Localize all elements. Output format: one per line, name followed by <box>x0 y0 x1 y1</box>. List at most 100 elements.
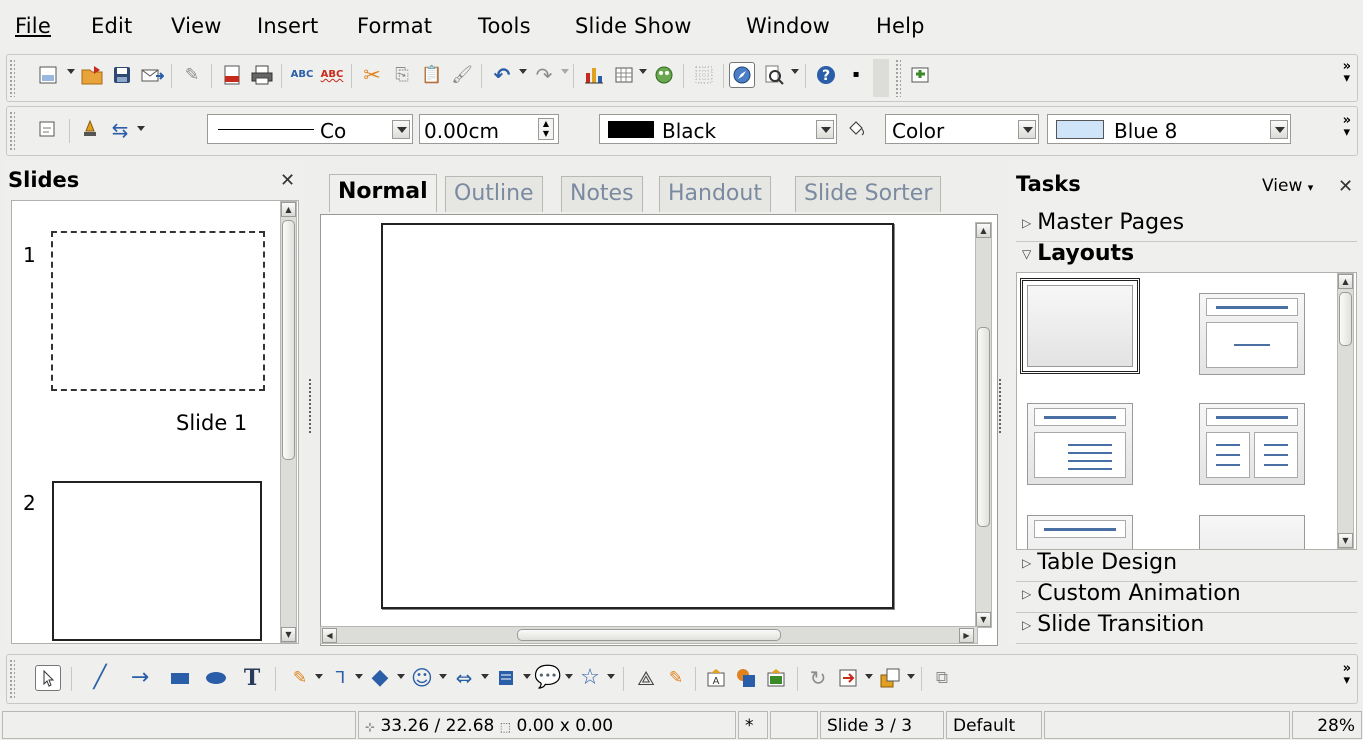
tab-handout[interactable]: Handout <box>659 176 771 212</box>
line-arrow-tool-icon[interactable]: → <box>127 665 153 691</box>
points-icon[interactable]: ⟁ <box>633 665 659 691</box>
layout-centered-text[interactable] <box>1199 515 1305 549</box>
scroll-down-icon[interactable]: ▼ <box>281 627 296 642</box>
stars-icon[interactable]: ☆ <box>577 665 603 691</box>
toolbar-overflow-icon[interactable]: » ▾ <box>1343 114 1351 139</box>
text-tool-icon[interactable]: T <box>239 665 265 691</box>
menu-slide-show[interactable]: Slide Show <box>575 14 692 38</box>
spin-arrows-icon[interactable]: ▲ ▼ <box>538 118 554 140</box>
slide-thumbnail[interactable] <box>51 231 265 391</box>
area-style-select[interactable]: Color <box>885 114 1039 144</box>
menu-window[interactable]: Window <box>746 14 830 38</box>
zoom-dropdown-icon[interactable] <box>791 69 799 74</box>
pane-splitter-left[interactable] <box>308 378 312 434</box>
close-icon[interactable]: ✕ <box>1338 176 1353 197</box>
line-color-select[interactable]: Black <box>599 114 837 144</box>
line-style-select[interactable]: Co <box>207 114 413 144</box>
help-icon[interactable]: ? <box>813 62 839 88</box>
scroll-up-icon[interactable]: ▲ <box>281 202 296 217</box>
line-tool-icon[interactable]: ╱ <box>87 665 113 691</box>
scroll-right-icon[interactable]: ▶ <box>959 628 974 643</box>
status-master[interactable]: Default <box>946 711 1042 739</box>
align-dropdown-icon[interactable] <box>865 674 873 679</box>
task-table-design[interactable]: ▷ Table Design <box>1016 550 1357 582</box>
layout-two-columns[interactable] <box>1199 403 1305 485</box>
status-signature[interactable] <box>770 711 818 739</box>
scroll-up-icon[interactable]: ▲ <box>1338 274 1353 289</box>
undo-icon[interactable]: ↶ <box>489 62 515 88</box>
clone-formatting-icon[interactable]: 🖌 <box>449 62 475 88</box>
scroll-left-icon[interactable]: ◀ <box>322 628 337 643</box>
slide-list[interactable]: 1 Slide 1 2 <box>11 200 299 644</box>
workspace-vscrollbar[interactable]: ▲ ▼ <box>975 222 992 628</box>
tab-normal[interactable]: Normal <box>329 174 437 212</box>
layout-title-only[interactable] <box>1027 515 1133 549</box>
slide-thumbnail[interactable] <box>52 481 262 641</box>
symbol-shapes-dropdown-icon[interactable] <box>439 674 447 679</box>
from-file-icon[interactable] <box>733 665 759 691</box>
flowchart-dropdown-icon[interactable] <box>523 674 531 679</box>
task-custom-animation[interactable]: ▷ Custom Animation <box>1016 581 1357 613</box>
ellipse-tool-icon[interactable] <box>203 665 229 691</box>
scrollbar-thumb[interactable] <box>977 327 990 527</box>
toolbar-grip-4[interactable] <box>9 659 15 699</box>
menu-view[interactable]: View <box>171 14 222 38</box>
save-icon[interactable] <box>109 62 135 88</box>
status-modified[interactable]: * <box>738 711 768 739</box>
table-icon[interactable] <box>611 62 637 88</box>
layout-title-list[interactable] <box>1027 403 1133 485</box>
menu-tools[interactable]: Tools <box>478 14 531 38</box>
menu-edit[interactable]: Edit <box>91 14 132 38</box>
slide-canvas[interactable] <box>381 223 894 609</box>
chevron-down-icon[interactable] <box>1270 120 1288 139</box>
menu-help[interactable]: Help <box>876 14 925 38</box>
toolbar-grip-3[interactable] <box>9 111 15 151</box>
arrow-style-dropdown-icon[interactable] <box>137 126 145 131</box>
flowchart-icon[interactable] <box>493 665 519 691</box>
scroll-up-icon[interactable]: ▲ <box>976 223 991 238</box>
layout-title-content[interactable] <box>1199 293 1305 375</box>
scrollbar-thumb[interactable] <box>1339 292 1352 346</box>
layout-blank[interactable] <box>1020 278 1140 374</box>
undo-dropdown-icon[interactable] <box>519 69 527 74</box>
stars-dropdown-icon[interactable] <box>607 674 615 679</box>
whats-this-icon[interactable]: ▪ <box>843 62 869 88</box>
autospellcheck-icon[interactable]: ABC <box>319 62 345 88</box>
tasks-view-menu[interactable]: View ▾ <box>1262 176 1313 196</box>
table-dropdown-icon[interactable] <box>639 69 647 74</box>
grid-icon[interactable] <box>691 62 717 88</box>
task-master-pages[interactable]: ▷ Master Pages <box>1016 210 1357 242</box>
slides-scrollbar[interactable]: ▲ ▼ <box>280 201 297 643</box>
cut-icon[interactable]: ✂ <box>359 62 385 88</box>
email-icon[interactable] <box>139 62 165 88</box>
layouts-scrollbar[interactable]: ▲ ▼ <box>1337 273 1354 549</box>
block-arrows-dropdown-icon[interactable] <box>481 674 489 679</box>
select-pointer-icon[interactable] <box>35 665 61 691</box>
chevron-down-icon[interactable] <box>816 120 834 139</box>
redo-icon[interactable]: ↷ <box>531 62 557 88</box>
arrange-icon[interactable] <box>877 665 903 691</box>
area-fill-bucket-icon[interactable] <box>843 117 869 143</box>
paste-icon[interactable]: 📋 <box>419 62 445 88</box>
redo-dropdown-icon[interactable] <box>561 69 569 74</box>
toolbar-grip[interactable] <box>9 59 15 97</box>
tab-notes[interactable]: Notes <box>561 176 643 212</box>
chevron-down-icon[interactable] <box>1018 120 1036 139</box>
close-icon[interactable]: ✕ <box>280 170 295 191</box>
copy-icon[interactable]: ⎘ <box>389 62 415 88</box>
rectangle-tool-icon[interactable] <box>167 665 193 691</box>
zoom-icon[interactable] <box>761 62 787 88</box>
chevron-down-icon[interactable] <box>392 120 410 139</box>
line-pen-icon[interactable] <box>77 117 103 143</box>
toolbar-overflow-icon[interactable]: » ▾ <box>1343 662 1351 687</box>
task-layouts[interactable]: ▽ Layouts <box>1016 241 1357 273</box>
pane-splitter-right[interactable] <box>998 378 1002 434</box>
area-fill-select[interactable]: Blue 8 <box>1047 114 1291 144</box>
scroll-down-icon[interactable]: ▼ <box>976 612 991 627</box>
menu-format[interactable]: Format <box>357 14 432 38</box>
export-pdf-icon[interactable] <box>219 62 245 88</box>
task-slide-transition[interactable]: ▷ Slide Transition <box>1016 612 1357 644</box>
slide-new-icon[interactable] <box>907 62 933 88</box>
edit-file-icon[interactable]: ✎ <box>179 62 205 88</box>
extrusion-icon[interactable]: ⧉ <box>929 665 955 691</box>
